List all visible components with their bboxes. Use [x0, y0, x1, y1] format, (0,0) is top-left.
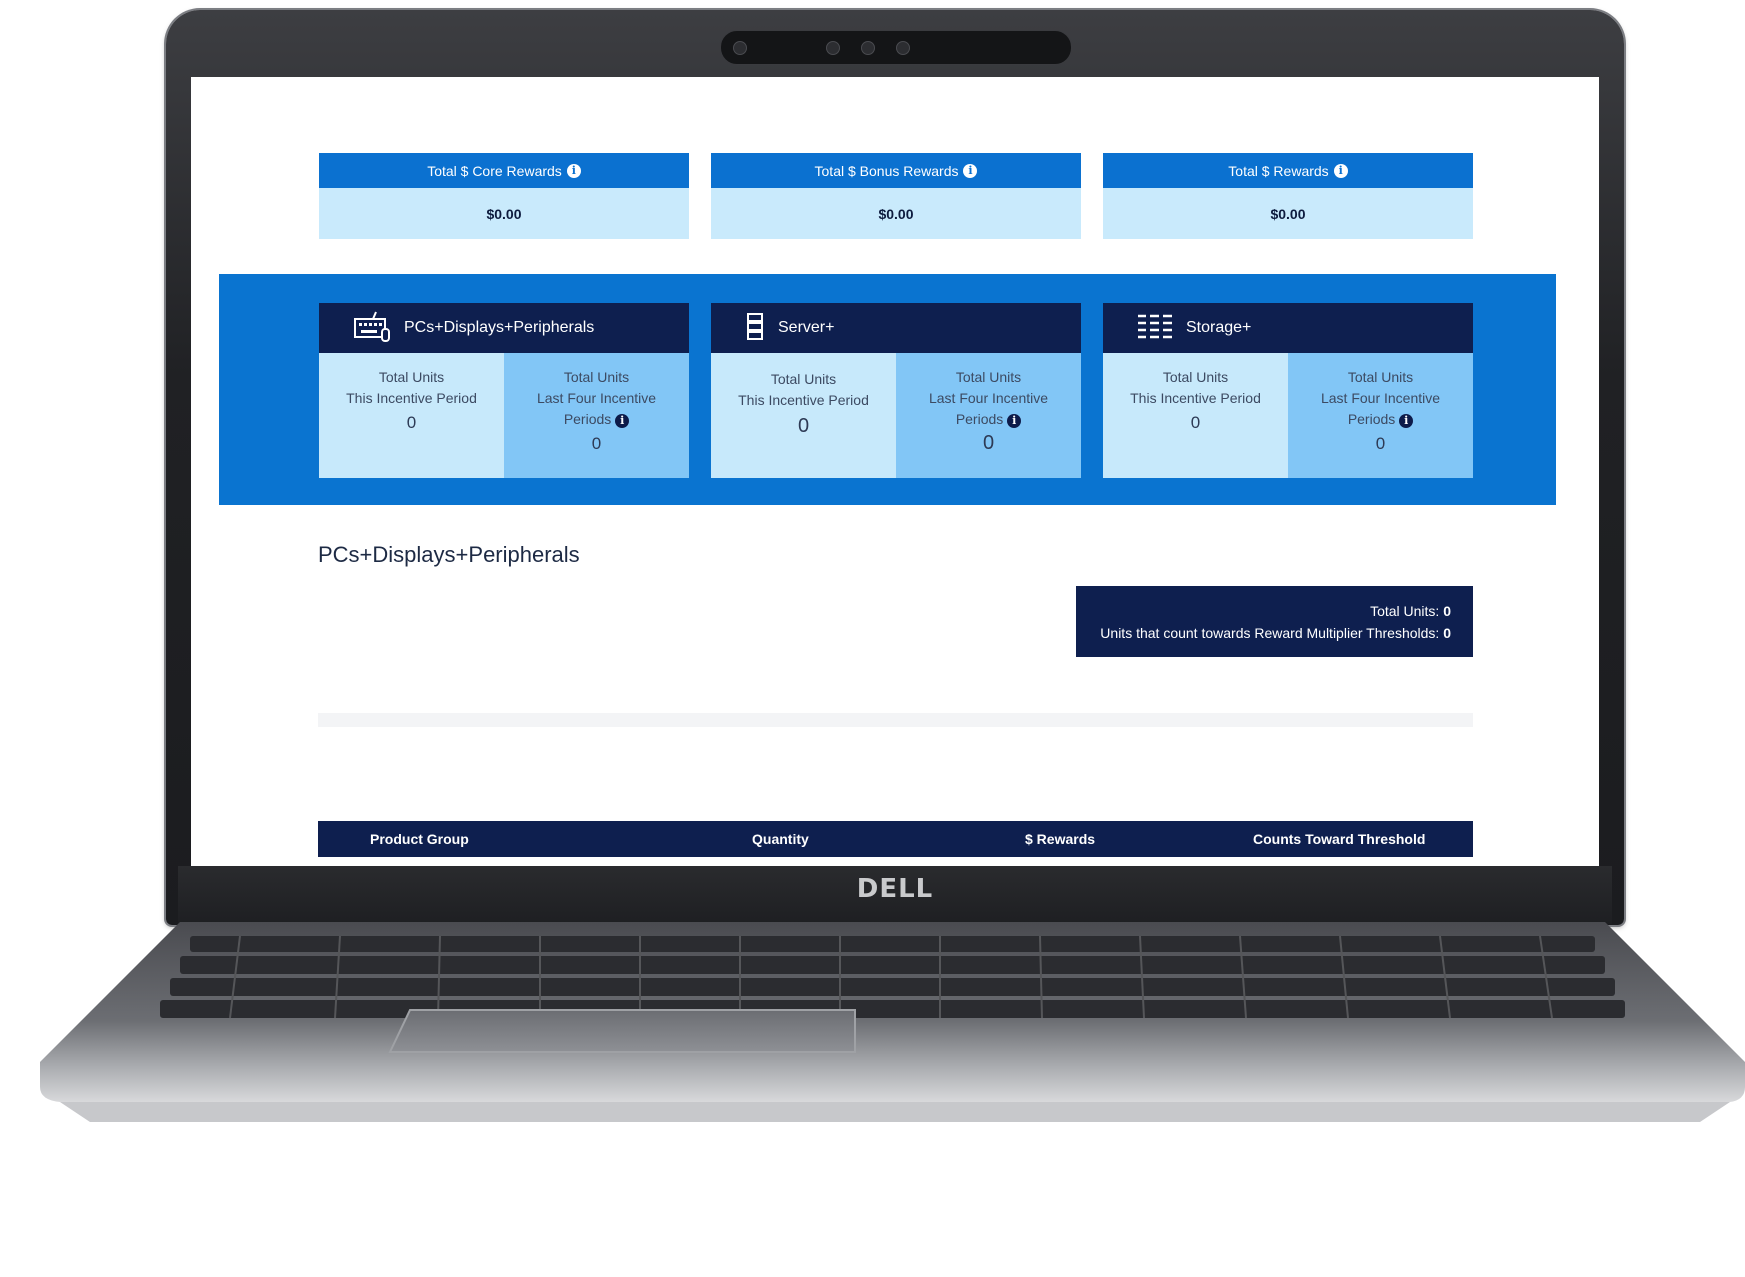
units-last-four-periods: Total Units Last Four Incentive Periods … — [504, 353, 689, 478]
section-title: PCs+Displays+Peripherals — [318, 542, 580, 567]
category-card-storage[interactable]: Storage+ Total Units This Incentive Peri… — [1103, 303, 1473, 478]
core-rewards-value: $0.00 — [319, 188, 689, 239]
units-value: 0 — [591, 434, 602, 453]
period-label: Last Four Incentive — [1320, 390, 1441, 406]
units-label: Total Units — [563, 369, 630, 385]
period-label: This Incentive Period — [346, 390, 477, 406]
core-rewards-card: Total $ Core Rewards i $0.00 — [319, 153, 689, 239]
threshold-units-value: 0 — [1443, 625, 1451, 641]
period-label: Periods — [563, 411, 612, 427]
category-title: Storage+ — [1186, 319, 1252, 336]
period-label: Periods — [955, 411, 1004, 427]
units-label: Total Units — [1347, 369, 1414, 385]
units-summary-box: Total Units: 0 Units that count towards … — [1076, 586, 1473, 657]
units-last-four-periods: Total Units Last Four Incentive Periods … — [1288, 353, 1473, 478]
period-label: Last Four Incentive — [928, 390, 1049, 406]
units-this-period: Total Units This Incentive Period 0 — [711, 353, 896, 478]
column-counts-toward-threshold[interactable]: Counts Toward Threshold — [1253, 831, 1425, 847]
bonus-rewards-label: Total $ Bonus Rewards — [814, 162, 959, 179]
info-icon[interactable]: i — [1333, 163, 1348, 178]
threshold-units-label: Units that count towards Reward Multipli… — [1100, 625, 1440, 641]
server-icon — [745, 312, 765, 345]
webcam-sensor-icon — [861, 41, 875, 55]
total-units-value: 0 — [1443, 603, 1451, 619]
keyboard-icon — [353, 310, 391, 347]
core-rewards-header: Total $ Core Rewards i — [319, 153, 689, 188]
webcam-sensor-icon — [896, 41, 910, 55]
column-quantity[interactable]: Quantity — [752, 831, 809, 847]
units-this-period: Total Units This Incentive Period 0 — [319, 353, 504, 478]
period-label: Periods — [1347, 411, 1396, 427]
units-value: 0 — [406, 413, 417, 432]
bonus-rewards-header: Total $ Bonus Rewards i — [711, 153, 1081, 188]
category-header: Server+ — [711, 303, 1081, 353]
info-icon[interactable]: i — [566, 163, 581, 178]
dell-logo: DELL — [856, 874, 934, 904]
webcam-sensor-icon — [826, 41, 840, 55]
category-title: Server+ — [778, 319, 835, 336]
total-rewards-label: Total $ Rewards — [1228, 162, 1329, 179]
units-value: 0 — [1375, 434, 1386, 453]
units-value: 0 — [982, 432, 995, 454]
units-last-four-periods: Total Units Last Four Incentive Periods … — [896, 353, 1081, 478]
info-icon[interactable]: i — [615, 413, 630, 428]
period-label: This Incentive Period — [738, 392, 869, 408]
period-label: Last Four Incentive — [536, 390, 657, 406]
webcam-lens-icon — [733, 41, 747, 55]
app-screen: Total $ Core Rewards i $0.00 Total $ Bon… — [191, 77, 1599, 866]
total-rewards-card: Total $ Rewards i $0.00 — [1103, 153, 1473, 239]
core-rewards-label: Total $ Core Rewards — [427, 162, 562, 179]
category-header: PCs+Displays+Peripherals — [319, 303, 689, 353]
bonus-rewards-value: $0.00 — [711, 188, 1081, 239]
storage-icon — [1137, 313, 1173, 344]
webcam-bar — [720, 30, 1072, 65]
total-units-label: Total Units: — [1370, 603, 1440, 619]
category-card-pcs[interactable]: PCs+Displays+Peripherals Total Units Thi… — [319, 303, 689, 478]
category-card-server[interactable]: Server+ Total Units This Incentive Perio… — [711, 303, 1081, 478]
category-summary-band: PCs+Displays+Peripherals Total Units Thi… — [219, 274, 1556, 505]
units-label: Total Units — [1162, 369, 1229, 385]
table-header: Product Group Quantity $ Rewards Counts … — [318, 821, 1473, 857]
units-value: 0 — [1190, 413, 1201, 432]
units-label: Total Units — [378, 369, 445, 385]
section-divider — [318, 713, 1473, 727]
column-product-group[interactable]: Product Group — [370, 831, 469, 847]
category-title: PCs+Displays+Peripherals — [404, 319, 595, 336]
units-label: Total Units — [770, 371, 837, 387]
total-rewards-value: $0.00 — [1103, 188, 1473, 239]
info-icon[interactable]: i — [963, 163, 978, 178]
info-icon[interactable]: i — [1007, 413, 1022, 428]
units-value: 0 — [797, 415, 810, 437]
period-label: This Incentive Period — [1130, 390, 1261, 406]
units-label: Total Units — [955, 369, 1022, 385]
laptop-keyboard-deck — [40, 922, 1745, 1127]
column-rewards[interactable]: $ Rewards — [1025, 831, 1095, 847]
bonus-rewards-card: Total $ Bonus Rewards i $0.00 — [711, 153, 1081, 239]
units-this-period: Total Units This Incentive Period 0 — [1103, 353, 1288, 478]
total-rewards-header: Total $ Rewards i — [1103, 153, 1473, 188]
category-header: Storage+ — [1103, 303, 1473, 353]
info-icon[interactable]: i — [1399, 413, 1414, 428]
